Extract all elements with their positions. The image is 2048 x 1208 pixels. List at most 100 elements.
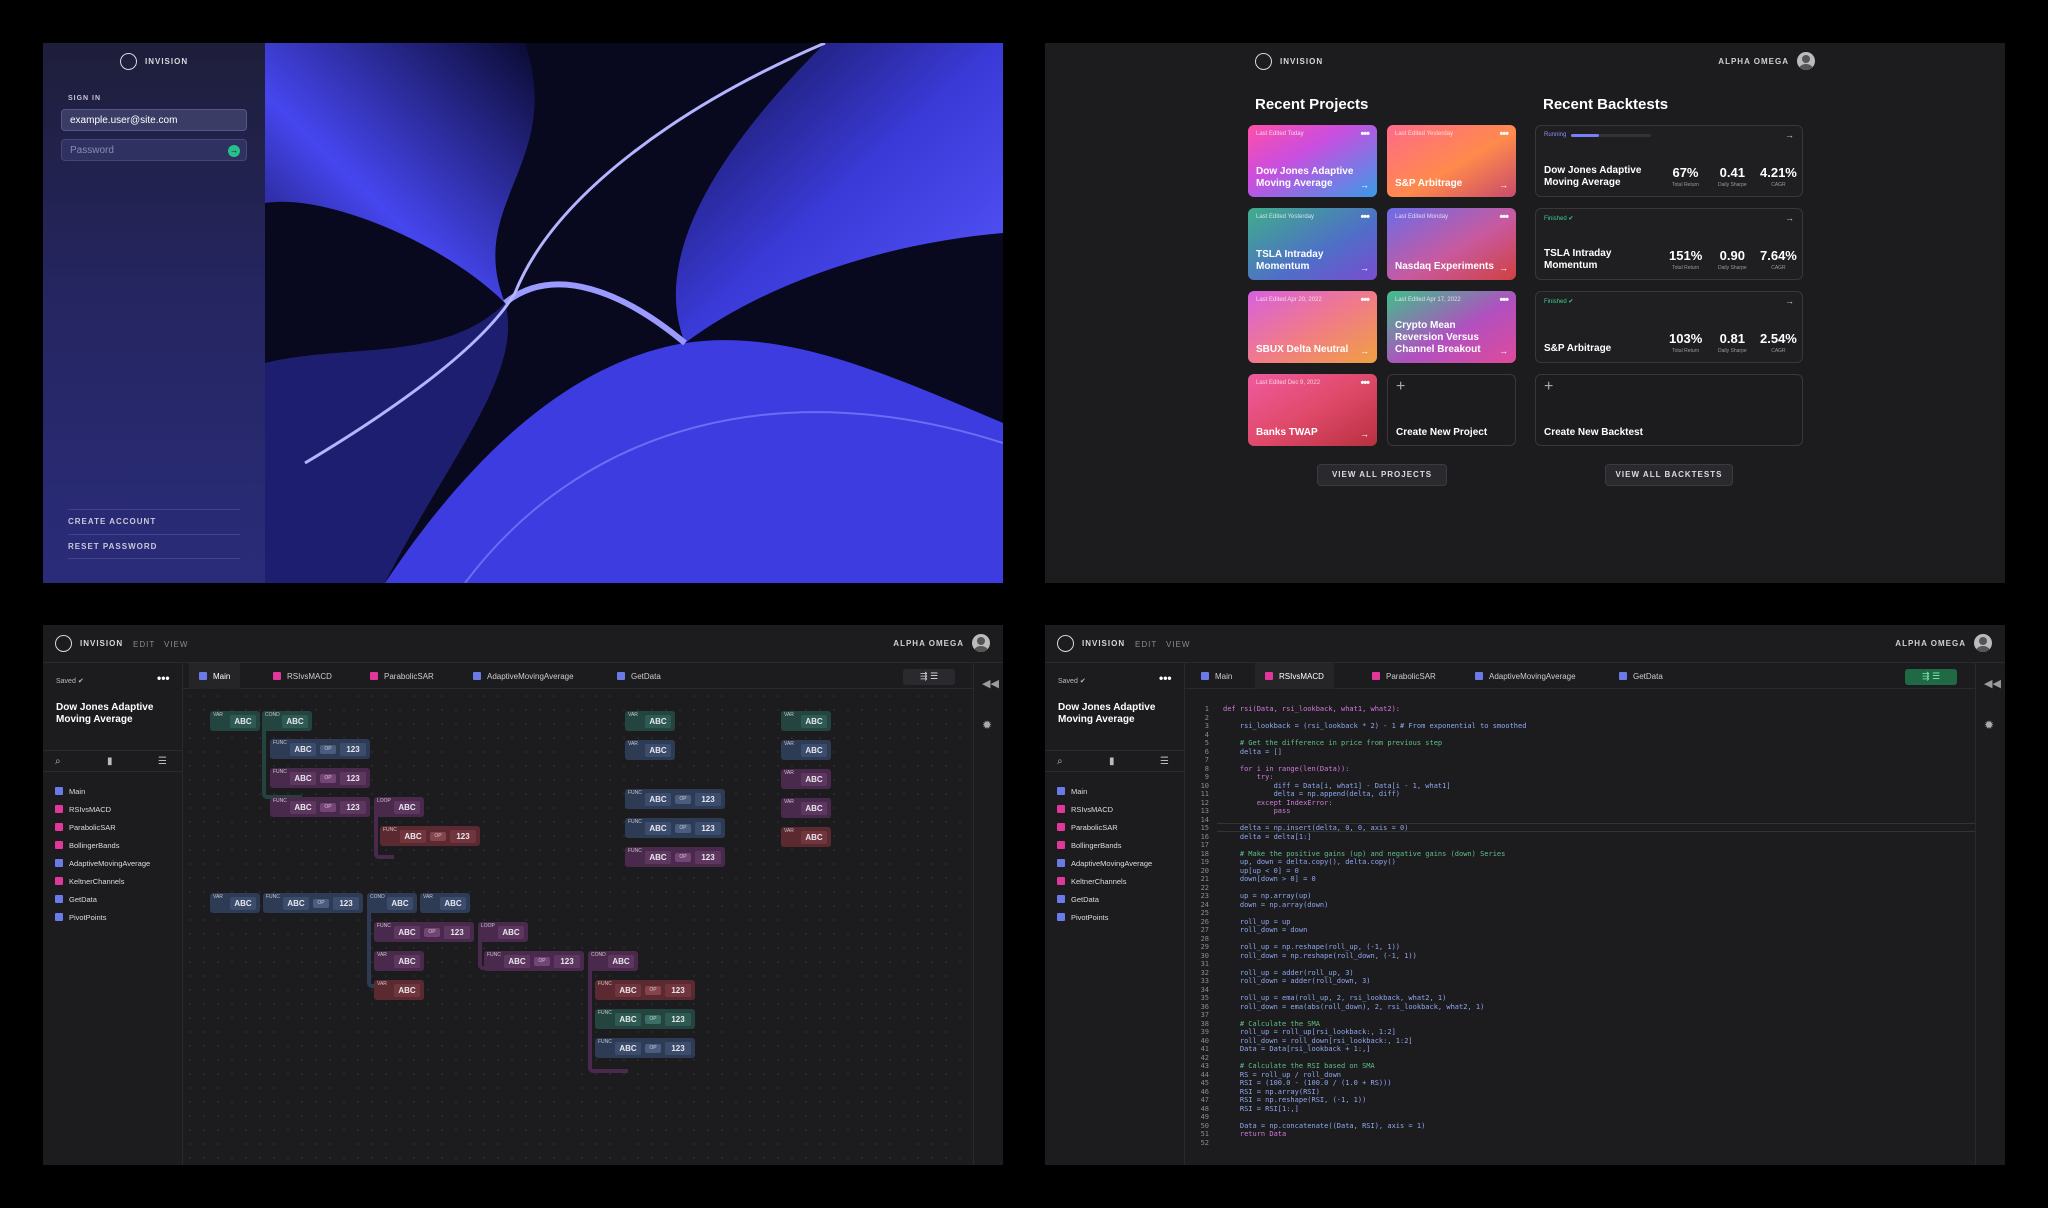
code-line[interactable]: # Calculate the SMA bbox=[1223, 1020, 1526, 1029]
project-card[interactable]: Last Edited Today ••• Dow Jones Adaptive… bbox=[1248, 125, 1377, 197]
block-number[interactable]: 123 bbox=[695, 793, 721, 806]
run-toggle-button[interactable]: ⇶ ☰ bbox=[903, 669, 955, 685]
code-line[interactable]: roll_down = down bbox=[1223, 926, 1526, 935]
project-card[interactable]: Last Edited Monday ••• Nasdaq Experiment… bbox=[1387, 208, 1516, 280]
tab-rsivsmacd[interactable]: RSIvsMACD bbox=[1255, 663, 1334, 689]
open-arrow-icon[interactable]: → bbox=[1360, 180, 1369, 190]
block-value[interactable]: ABC bbox=[615, 984, 641, 997]
code-line[interactable] bbox=[1223, 960, 1526, 969]
search-icon[interactable]: ⌕ bbox=[55, 756, 61, 767]
code-line[interactable] bbox=[1223, 714, 1526, 723]
backtest-card[interactable]: Running → Dow Jones Adaptive Moving Aver… bbox=[1535, 125, 1803, 197]
block-value[interactable]: ABC bbox=[645, 793, 671, 806]
block-canvas[interactable]: VAR ABC COND ABC FUNC ABC OP 123 FUNC ABC OP 123… bbox=[183, 689, 973, 1165]
var-block[interactable]: VAR ABC bbox=[210, 893, 260, 913]
func-block[interactable]: FUNC ABC OP 123 bbox=[270, 768, 370, 788]
debug-bug-icon[interactable]: ✹ bbox=[982, 718, 992, 732]
code-line[interactable]: for i in range(len(Data)): bbox=[1223, 765, 1526, 774]
var-block[interactable]: VAR ABC bbox=[374, 980, 424, 1000]
brand-logo[interactable]: INVISION bbox=[1255, 53, 1323, 70]
backtest-card[interactable]: Finished ✔ → S&P Arbitrage 103% Total Ret… bbox=[1535, 291, 1803, 363]
cond-block[interactable]: COND ABC bbox=[588, 951, 638, 971]
more-options-icon[interactable]: ••• bbox=[1159, 671, 1172, 685]
code-line[interactable]: up = np.array(up) bbox=[1223, 892, 1526, 901]
var-block[interactable]: VAR ABC bbox=[781, 769, 831, 789]
block-value[interactable]: ABC bbox=[615, 1042, 641, 1055]
block-value[interactable]: ABC bbox=[504, 955, 530, 968]
tab-main[interactable]: Main bbox=[1191, 663, 1242, 689]
file-item-parabolicsar[interactable]: ParabolicSAR bbox=[55, 818, 150, 836]
code-line[interactable]: delta = [] bbox=[1223, 748, 1526, 757]
func-block[interactable]: FUNC ABC OP 123 bbox=[595, 1038, 695, 1058]
code-line[interactable] bbox=[1223, 1011, 1526, 1020]
more-options-icon[interactable]: ••• bbox=[1499, 294, 1509, 306]
func-block[interactable]: FUNC ABC OP 123 bbox=[595, 1009, 695, 1029]
project-card[interactable]: Last Edited Yesterday ••• S&P Arbitrage … bbox=[1387, 125, 1516, 197]
block-number[interactable]: 123 bbox=[444, 926, 470, 939]
func-block[interactable]: FUNC ABC OP 123 bbox=[484, 951, 584, 971]
file-item-rsivsmacd[interactable]: RSIvsMACD bbox=[1057, 800, 1152, 818]
func-block[interactable]: FUNC ABC OP 123 bbox=[625, 847, 725, 867]
new-file-icon[interactable]: ▮ bbox=[1109, 756, 1115, 767]
block-number[interactable]: 123 bbox=[665, 984, 691, 997]
block-operator[interactable]: OP bbox=[320, 803, 336, 812]
var-block[interactable]: VAR ABC bbox=[781, 798, 831, 818]
create-project-card[interactable]: + Create New Project bbox=[1387, 374, 1516, 446]
code-line[interactable]: # Get the difference in price from previ… bbox=[1223, 739, 1526, 748]
block-number[interactable]: 123 bbox=[450, 830, 476, 843]
code-line[interactable] bbox=[1223, 935, 1526, 944]
code-line[interactable]: RSI = np.array(RSI) bbox=[1223, 1088, 1526, 1097]
block-operator[interactable]: OP bbox=[313, 899, 329, 908]
project-card[interactable]: Last Edited Apr 20, 2022 ••• SBUX Delta … bbox=[1248, 291, 1377, 363]
code-line[interactable] bbox=[1223, 909, 1526, 918]
file-item-parabolicsar[interactable]: ParabolicSAR bbox=[1057, 818, 1152, 836]
code-line[interactable] bbox=[1223, 816, 1526, 825]
func-block[interactable]: FUNC ABC OP 123 bbox=[595, 980, 695, 1000]
code-line[interactable]: roll_down = adder(roll_down, 3) bbox=[1223, 977, 1526, 986]
block-value[interactable]: ABC bbox=[645, 715, 671, 728]
code-line[interactable]: # Make the positive gains (up) and negat… bbox=[1223, 850, 1526, 859]
block-value[interactable]: ABC bbox=[608, 955, 634, 968]
code-line[interactable]: RS = roll_up / roll_down bbox=[1223, 1071, 1526, 1080]
code-line[interactable]: def rsi(Data, rsi_lookback, what1, what2… bbox=[1223, 705, 1526, 714]
project-card[interactable]: Last Edited Yesterday ••• TSLA Intraday … bbox=[1248, 208, 1377, 280]
code-line[interactable] bbox=[1223, 1054, 1526, 1063]
code-line[interactable]: delta = np.insert(delta, 0, 0, axis = 0) bbox=[1223, 824, 1526, 833]
file-item-adaptivemovingaverage[interactable]: AdaptiveMovingAverage bbox=[55, 854, 150, 872]
file-item-rsivsmacd[interactable]: RSIvsMACD bbox=[55, 800, 150, 818]
var-block[interactable]: VAR ABC bbox=[210, 711, 260, 731]
file-item-getdata[interactable]: GetData bbox=[55, 890, 150, 908]
loop-block[interactable]: LOOP ABC bbox=[478, 922, 528, 942]
var-block[interactable]: VAR ABC bbox=[420, 893, 470, 913]
block-value[interactable]: ABC bbox=[400, 830, 426, 843]
func-block[interactable]: FUNC ABC OP 123 bbox=[625, 818, 725, 838]
code-line[interactable]: up[up < 0] = 0 bbox=[1223, 867, 1526, 876]
code-line[interactable] bbox=[1223, 841, 1526, 850]
block-value[interactable]: ABC bbox=[801, 802, 827, 815]
more-options-icon[interactable]: ••• bbox=[1360, 128, 1370, 140]
email-field[interactable]: example.user@site.com bbox=[61, 109, 247, 131]
more-options-icon[interactable]: ••• bbox=[1499, 128, 1509, 140]
block-value[interactable]: ABC bbox=[645, 851, 671, 864]
more-options-icon[interactable]: ••• bbox=[1499, 211, 1509, 223]
file-item-getdata[interactable]: GetData bbox=[1057, 890, 1152, 908]
block-operator[interactable]: OP bbox=[675, 795, 691, 804]
brand-logo[interactable]: INVISION bbox=[1057, 635, 1125, 652]
code-line[interactable]: RSI = (100.0 - (100.0 / (1.0 + RS))) bbox=[1223, 1079, 1526, 1088]
var-block[interactable]: VAR ABC bbox=[781, 711, 831, 731]
open-arrow-icon[interactable]: → bbox=[1499, 263, 1508, 273]
code-line[interactable]: delta = np.append(delta, diff) bbox=[1223, 790, 1526, 799]
block-value[interactable]: ABC bbox=[290, 743, 316, 756]
block-operator[interactable]: OP bbox=[645, 1015, 661, 1024]
tab-parabolicsar[interactable]: ParabolicSAR bbox=[1362, 663, 1446, 689]
func-block[interactable]: FUNC ABC OP 123 bbox=[270, 739, 370, 759]
tab-parabolicsar[interactable]: ParabolicSAR bbox=[360, 663, 444, 689]
more-options-icon[interactable]: ••• bbox=[1360, 211, 1370, 223]
open-arrow-icon[interactable]: → bbox=[1499, 346, 1508, 356]
file-item-pivotpoints[interactable]: PivotPoints bbox=[55, 908, 150, 926]
code-line[interactable] bbox=[1223, 1113, 1526, 1122]
block-value[interactable]: ABC bbox=[394, 801, 420, 814]
menu-view[interactable]: VIEW bbox=[164, 640, 188, 649]
block-value[interactable]: ABC bbox=[394, 955, 420, 968]
block-value[interactable]: ABC bbox=[801, 773, 827, 786]
